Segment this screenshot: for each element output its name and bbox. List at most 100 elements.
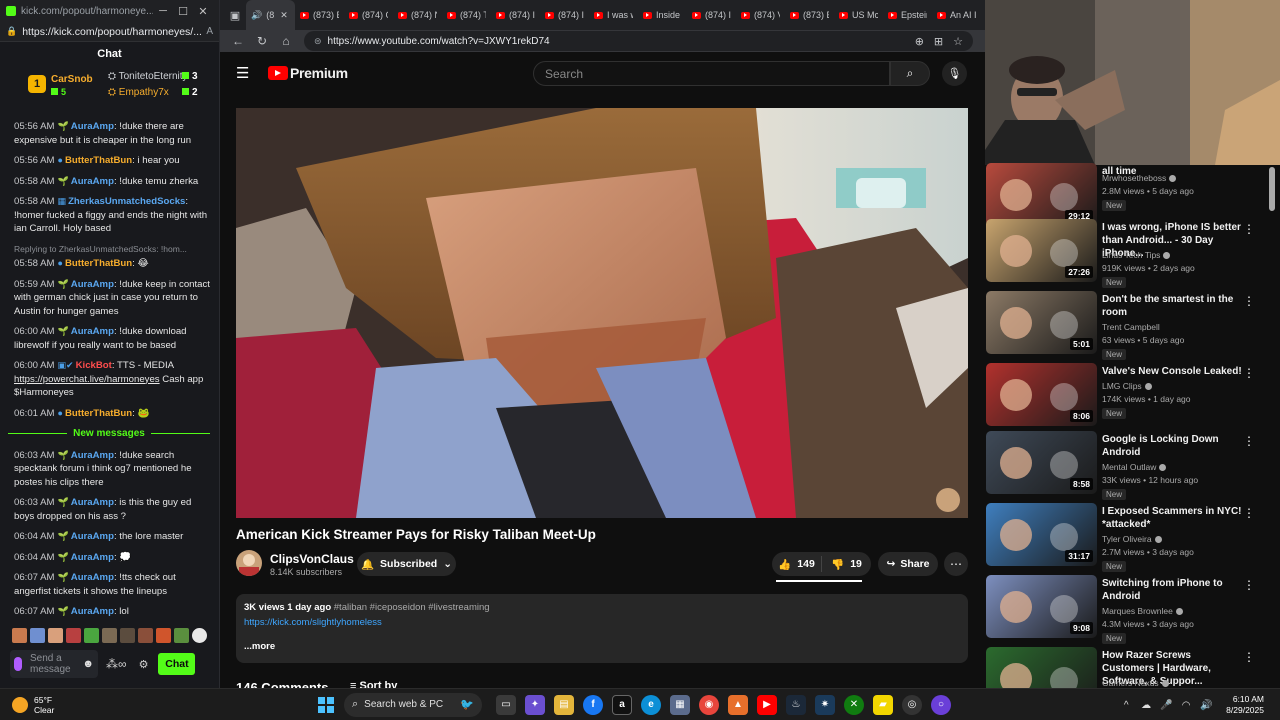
chat-message[interactable]: 06:03 AM 🌱 AuraAmp: !duke search specktank… [14, 449, 210, 490]
related-video-channel[interactable]: LMG Clips [1102, 381, 1152, 391]
related-video-thumbnail[interactable]: 5:01 [986, 291, 1097, 354]
chat-message[interactable]: 06:04 AM 🌱 AuraAmp: the lore master [14, 530, 210, 544]
youtube-app-icon[interactable]: ▶ [757, 694, 777, 715]
chat-message[interactable]: 06:07 AM 🌱 AuraAmp: lol [14, 605, 210, 619]
back-icon[interactable]: ← [226, 34, 250, 48]
close-icon[interactable]: ✕ [193, 5, 213, 18]
chat-message[interactable]: 05:58 AM ▦ ZherkasUnmatchedSocks: !homer f… [14, 195, 210, 236]
chat-send-button[interactable]: Chat [158, 653, 196, 675]
emote-quick-row[interactable] [12, 628, 207, 644]
search-input[interactable]: Search [533, 61, 890, 86]
chat-tools-icon[interactable]: ⁂∞ [106, 657, 127, 671]
home-icon[interactable]: ⌂ [274, 34, 298, 48]
browser-tab[interactable]: An AI I [932, 0, 981, 30]
chat-message[interactable]: 05:59 AM 🌱 AuraAmp: !duke keep in contact … [14, 278, 210, 319]
related-video-item[interactable]: 8:58 Google is Locking Down Android Mental… [985, 431, 1270, 501]
related-video-channel[interactable]: Tyler Oliveira [1102, 534, 1162, 544]
volume-icon[interactable]: 🔊 [1196, 700, 1216, 711]
network-app-icon[interactable]: ✷ [815, 694, 835, 715]
browser-tab[interactable]: (874) I [491, 0, 540, 30]
wifi-icon[interactable]: ◠ [1176, 700, 1196, 711]
more-vertical-icon[interactable]: ⋮ [1243, 366, 1255, 380]
cloud-sync-icon[interactable]: ☁ [1136, 700, 1156, 711]
scrollbar-thumb[interactable] [1269, 167, 1275, 211]
message-username[interactable]: AuraAmp [71, 606, 114, 617]
xbox-icon[interactable]: ✕ [844, 694, 864, 715]
related-video-channel[interactable]: Mental Outlaw [1102, 462, 1167, 472]
chat-message[interactable]: 06:01 AM ● ButterThatBun: 🐸 [14, 407, 210, 421]
browser-tab[interactable]: (874) T [442, 0, 491, 30]
facebook-icon[interactable]: f [583, 694, 603, 715]
chat-message[interactable]: 06:00 AM 🌱 AuraAmp: !duke download librewo… [14, 325, 210, 352]
emote-icon[interactable] [102, 628, 117, 643]
related-scrollbar[interactable] [1269, 165, 1275, 683]
emote-icon[interactable] [192, 628, 207, 643]
menu-icon[interactable]: ☰ [236, 64, 266, 82]
related-video-channel[interactable]: Marques Brownlee [1102, 606, 1183, 616]
site-info-icon[interactable]: ⊜ [314, 36, 322, 47]
search-button[interactable]: ⌕ [890, 61, 930, 86]
copilot-icon[interactable]: ✦ [525, 694, 545, 715]
voice-search-button[interactable]: 🎙 [942, 61, 967, 86]
related-video-thumbnail[interactable]: 31:17 [986, 503, 1097, 566]
sticky-notes-icon[interactable]: ▰ [873, 694, 893, 715]
more-vertical-icon[interactable]: ⋮ [1243, 222, 1255, 236]
dislike-button[interactable]: 👎 19 [822, 558, 871, 571]
calculator-icon[interactable]: ▦ [670, 694, 690, 715]
address-bar[interactable]: ⊜ https://www.youtube.com/watch?v=JXWY1r… [304, 31, 973, 51]
more-vertical-icon[interactable]: ⋮ [1243, 506, 1255, 520]
chat-message[interactable]: 05:58 AM 🌱 AuraAmp: !duke temu zherka [14, 175, 210, 189]
related-video-channel[interactable]: Mrwhosetheboss [1102, 173, 1177, 183]
related-video-title[interactable]: Switching from iPhone to Android [1102, 577, 1242, 603]
taskbar-clock[interactable]: 6:10 AM 8/29/2025 [1226, 694, 1264, 716]
message-username[interactable]: KickBot [76, 360, 112, 371]
translate-icon[interactable]: ⊕ [915, 35, 924, 48]
browser-tab[interactable]: (873) E [295, 0, 344, 30]
chat-message[interactable]: 05:58 AM ● ButterThatBun: 😂 [14, 257, 210, 271]
browser-tab[interactable]: (874) C [344, 0, 393, 30]
youtube-logo[interactable]: Premium [268, 65, 348, 81]
message-username[interactable]: AuraAmp [71, 121, 114, 132]
description-tags[interactable]: #taliban #iceposeidon #livestreaming [334, 602, 490, 613]
file-explorer-icon[interactable]: ▤ [554, 694, 574, 715]
channel-name[interactable]: ClipsVonClaus [270, 552, 354, 566]
emote-icon[interactable] [66, 628, 81, 643]
taskbar-search[interactable]: ⌕ Search web & PC 🐦 [344, 692, 482, 717]
browser-tab[interactable]: I was w [589, 0, 638, 30]
related-video-item[interactable]: 9:08 Switching from iPhone to Android Marq… [985, 575, 1270, 645]
message-username[interactable]: ButterThatBun [65, 258, 132, 269]
message-username[interactable]: AuraAmp [71, 279, 114, 290]
message-username[interactable]: ZherkasUnmatchedSocks [68, 196, 185, 207]
browser-tab[interactable]: Inside [638, 0, 687, 30]
steam-icon[interactable]: ♨ [786, 694, 806, 715]
related-video-item[interactable]: How Razer Screws Customers | Hardware, S… [985, 647, 1270, 688]
related-video-thumbnail[interactable]: 8:06 [986, 363, 1097, 426]
more-vertical-icon[interactable]: ⋮ [1243, 578, 1255, 592]
browser-tab[interactable]: (874) I [540, 0, 589, 30]
browser-tab[interactable]: (873) E [785, 0, 834, 30]
audio-playing-icon[interactable]: 🔊 [251, 10, 262, 21]
related-video-thumbnail[interactable]: 8:58 [986, 431, 1097, 494]
message-username[interactable]: ButterThatBun [65, 408, 132, 419]
browser-tab[interactable]: (874) I [687, 0, 736, 30]
related-video-title[interactable]: Valve's New Console Leaked! [1102, 365, 1242, 378]
sort-comments-button[interactable]: ≡ Sort by [350, 680, 397, 688]
chrome-icon[interactable]: ◉ [699, 694, 719, 715]
mic-tray-icon[interactable]: 🎤 [1156, 700, 1176, 711]
gear-icon[interactable]: ⚙ [139, 658, 149, 671]
related-video-item[interactable]: 31:17 I Exposed Scammers in NYC! *attacke… [985, 503, 1270, 573]
more-vertical-icon[interactable]: ⋮ [1243, 434, 1255, 448]
description-more-button[interactable]: ...more [244, 641, 960, 652]
emoji-icon[interactable]: ☻ [82, 658, 94, 670]
related-video-thumbnail[interactable]: 9:08 [986, 575, 1097, 638]
kick-address-bar[interactable]: 🔒 https://kick.com/popout/harmoneyes/...… [0, 22, 219, 42]
leader-name-top[interactable]: CarSnob [51, 74, 93, 85]
browser-tab[interactable]: Epstein [883, 0, 932, 30]
related-video-item[interactable]: 5:01 Don't be the smartest in the room Tre… [985, 291, 1270, 361]
emote-icon[interactable] [12, 628, 27, 643]
related-video-thumbnail[interactable]: 29:12 [986, 163, 1097, 226]
like-button[interactable]: 👍 149 [772, 558, 821, 571]
related-video-item[interactable]: 8:06 Valve's New Console Leaked! LMG Clips… [985, 363, 1270, 433]
message-username[interactable]: ButterThatBun [65, 155, 132, 166]
message-username[interactable]: AuraAmp [71, 531, 114, 542]
